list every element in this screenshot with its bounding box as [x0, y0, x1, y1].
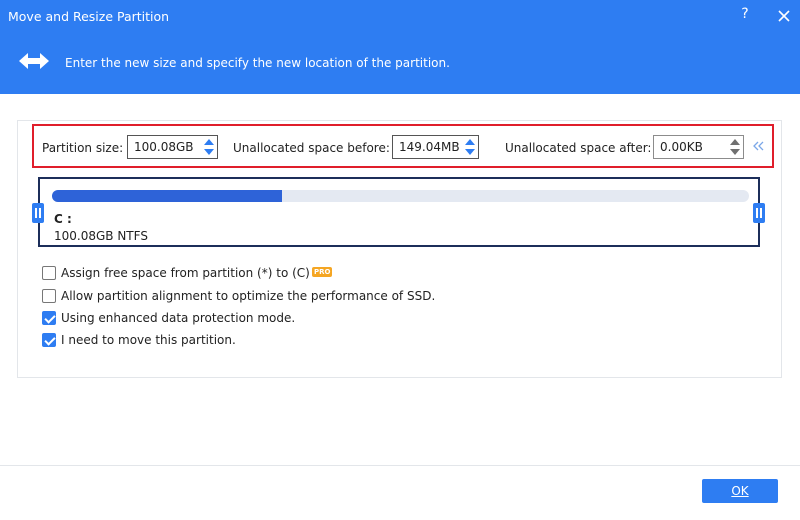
- footer-divider: [0, 465, 800, 466]
- window-title: Move and Resize Partition: [8, 9, 170, 24]
- move-partition-label: I need to move this partition.: [61, 333, 236, 347]
- title-bar: Move and Resize Partition ?: [0, 0, 800, 34]
- partition-size-stepper[interactable]: [127, 135, 218, 159]
- assign-free-space-checkbox[interactable]: [42, 266, 56, 280]
- data-protection-checkbox[interactable]: [42, 311, 56, 325]
- unallocated-before-input[interactable]: [393, 136, 463, 158]
- partition-alignment-label: Allow partition alignment to optimize th…: [61, 289, 436, 303]
- resize-arrows-icon: [18, 50, 50, 75]
- ok-button[interactable]: OK: [702, 479, 778, 503]
- increment-arrow-icon[interactable]: [204, 139, 214, 145]
- unallocated-before-stepper[interactable]: [392, 135, 479, 159]
- move-partition-checkbox[interactable]: [42, 333, 56, 347]
- left-resize-handle[interactable]: [32, 203, 44, 223]
- increment-arrow-icon[interactable]: [730, 139, 740, 145]
- decrement-arrow-icon[interactable]: [730, 149, 740, 155]
- unallocated-after-stepper[interactable]: [653, 135, 744, 159]
- close-icon: [778, 10, 790, 22]
- increment-arrow-icon[interactable]: [465, 139, 475, 145]
- partition-size-input[interactable]: [128, 136, 202, 158]
- usage-bar-fill: [52, 190, 282, 202]
- header-banner: Enter the new size and specify the new l…: [0, 34, 800, 94]
- decrement-arrow-icon[interactable]: [465, 149, 475, 155]
- decrement-arrow-icon[interactable]: [204, 149, 214, 155]
- partition-alignment-checkbox[interactable]: [42, 289, 56, 303]
- unallocated-before-label: Unallocated space before:: [233, 141, 390, 155]
- partition-info: 100.08GB NTFS: [54, 229, 148, 243]
- unallocated-after-label: Unallocated space after:: [505, 141, 652, 155]
- partition-size-label: Partition size:: [42, 141, 124, 155]
- banner-text: Enter the new size and specify the new l…: [65, 56, 450, 70]
- close-button[interactable]: [774, 6, 794, 26]
- partition-letter: C :: [54, 212, 72, 226]
- stepper-arrows: [729, 138, 741, 156]
- unallocated-after-input[interactable]: [654, 136, 728, 158]
- usage-bar-track: [52, 190, 749, 202]
- partition-map[interactable]: C : 100.08GB NTFS: [38, 177, 760, 247]
- pro-badge: PRO: [312, 267, 333, 277]
- right-resize-handle[interactable]: [753, 203, 765, 223]
- stepper-arrows: [464, 138, 476, 156]
- collapse-double-chevron-icon[interactable]: [753, 139, 765, 153]
- help-button[interactable]: ?: [736, 6, 754, 26]
- stepper-arrows: [203, 138, 215, 156]
- assign-free-space-label: Assign free space from partition (*) to …: [61, 266, 310, 280]
- data-protection-label: Using enhanced data protection mode.: [61, 311, 296, 325]
